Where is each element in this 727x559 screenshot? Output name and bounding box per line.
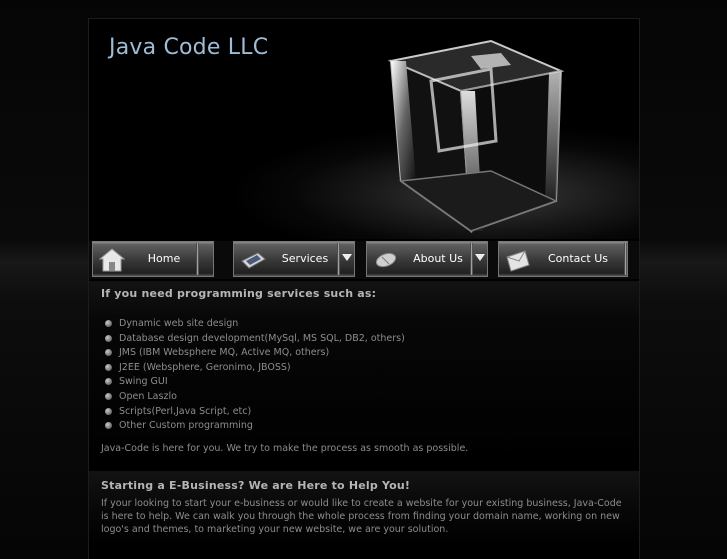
bullet-icon — [105, 407, 112, 415]
nav-label-services: Services — [281, 252, 329, 265]
ebusiness-body-text: If your looking to start your e-business… — [101, 497, 622, 535]
list-item: Swing GUI — [103, 375, 627, 390]
main-nav: Home Services About Us Contact Us — [89, 241, 639, 279]
bullet-icon — [105, 363, 112, 371]
list-item: Database design development(MySql, MS SQ… — [103, 332, 627, 347]
nav-item-services[interactable]: Services — [233, 241, 355, 277]
services-closing-text: Java-Code is here for you. We try to mak… — [101, 442, 469, 454]
nav-label-home: Home — [147, 252, 181, 265]
house-icon — [99, 248, 125, 272]
bullet-icon — [105, 422, 112, 430]
list-item: Dynamic web site design — [103, 317, 627, 332]
list-item: Open Laszlo — [103, 390, 627, 405]
envelope-icon — [506, 250, 530, 272]
chevron-down-icon[interactable] — [475, 254, 485, 261]
services-section: If you need programming services such as… — [89, 281, 639, 465]
ebusiness-section: Starting a E-Business? We are Here to He… — [89, 470, 639, 546]
site-title[interactable]: Java Code LLC — [109, 35, 268, 60]
list-item: JMS (IBM Websphere MQ, Active MQ, others… — [103, 346, 627, 361]
nav-label-about-us: About Us — [413, 252, 463, 265]
list-item: J2EE (Websphere, Geronimo, JBOSS) — [103, 361, 627, 376]
main-content: If you need programming services such as… — [89, 281, 639, 546]
list-item: Scripts(Perl,Java Script, etc) — [103, 405, 627, 420]
services-heading: If you need programming services such as… — [101, 287, 377, 300]
header-banner: Java Code LLC — [89, 19, 639, 239]
bullet-icon — [105, 349, 112, 357]
mouse-icon — [375, 252, 397, 268]
nav-item-contact-us[interactable]: Contact Us — [498, 241, 628, 277]
bullet-icon — [105, 334, 112, 342]
chevron-down-icon[interactable] — [342, 254, 352, 261]
bullet-icon — [105, 320, 112, 327]
nav-separator — [337, 243, 340, 275]
nav-separator — [470, 243, 473, 275]
bullet-icon — [105, 378, 112, 386]
nav-item-home[interactable]: Home — [92, 241, 214, 277]
nav-label-contact-us: Contact Us — [547, 252, 609, 265]
nav-item-about-us[interactable]: About Us — [366, 241, 488, 277]
nav-separator — [624, 243, 627, 275]
nav-separator — [196, 243, 199, 275]
glass-cube-icon — [387, 39, 565, 234]
services-list: Dynamic web site design Database design … — [103, 317, 627, 434]
list-item: Other Custom programming — [103, 419, 627, 434]
laptop-icon — [241, 252, 266, 269]
page-container: Java Code LLC Home Services About Us Con… — [88, 18, 640, 559]
bullet-icon — [105, 392, 112, 400]
ebusiness-heading: Starting a E-Business? We are Here to He… — [101, 478, 411, 492]
